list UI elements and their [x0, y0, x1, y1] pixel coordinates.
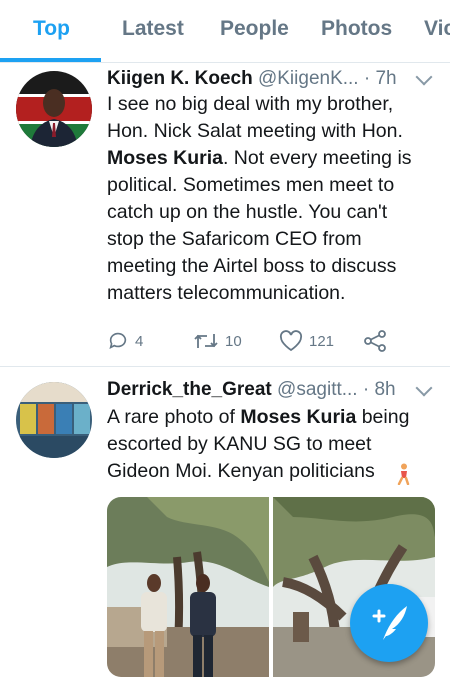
tab-top[interactable]: Top — [33, 0, 70, 62]
tweet-header: Kiigen K. Koech @KiigenK... · 7h — [107, 66, 442, 92]
tab-videos[interactable]: Vic — [424, 0, 450, 62]
tab-people[interactable]: People — [220, 0, 289, 62]
tweet-time: 7h — [375, 68, 397, 89]
reply-icon — [109, 332, 127, 349]
compose-tweet-button[interactable] — [350, 584, 428, 662]
avatar[interactable] — [16, 382, 92, 458]
tweet-text-line: matters telecommunication. — [107, 282, 346, 304]
tweet-text-line: Hon. Nick Salat meeting with Hon. — [107, 120, 403, 142]
tab-latest[interactable]: Latest — [122, 0, 184, 62]
share-button[interactable] — [363, 329, 393, 353]
tweet-text: I see no big deal with my brother, Hon. N… — [107, 91, 442, 307]
retweet-count: 10 — [225, 332, 242, 350]
bold-text: Moses Kuria — [240, 406, 357, 428]
tweet-header: Derrick_the_Great @sagitt... · 8h — [107, 377, 442, 403]
tweet-text-line: I see no big deal with my brother, — [107, 93, 394, 115]
tweet-text-line: Gideon Moi. Kenyan politicians — [107, 460, 375, 482]
separator-dot: · — [363, 68, 376, 89]
like-button[interactable]: 121 — [279, 329, 334, 353]
tweet-actions: 4 10 121 — [107, 329, 407, 353]
tweet-text-line: A rare photo of Moses Kuria being — [107, 406, 410, 428]
heart-icon — [279, 330, 303, 352]
avatar[interactable] — [16, 71, 92, 147]
person-walking-emoji — [397, 463, 410, 485]
reply-count: 4 — [135, 332, 144, 350]
active-tab-indicator — [0, 58, 101, 62]
tweet-text-line: meeting the Airtel boss to discuss — [107, 255, 397, 277]
reply-button[interactable]: 4 — [107, 329, 143, 353]
retweet-icon — [194, 334, 218, 348]
author-handle[interactable]: @sagitt... — [277, 379, 358, 400]
retweet-button[interactable]: 10 — [193, 329, 242, 353]
tweet-text-line: Moses Kuria. Not every meeting is — [107, 147, 412, 169]
separator-dot: · — [362, 379, 375, 400]
tweet[interactable]: Kiigen K. Koech @KiigenK... · 7h I see n… — [0, 63, 450, 366]
bold-text: Moses Kuria — [107, 147, 223, 169]
search-tabs: Top Latest People Photos Vic — [0, 0, 450, 63]
tab-photos[interactable]: Photos — [321, 0, 392, 62]
tweet-time: 8h — [374, 379, 396, 400]
like-count: 121 — [309, 332, 335, 350]
attached-photo[interactable] — [107, 497, 269, 677]
author-name[interactable]: Kiigen K. Koech — [107, 68, 253, 89]
author-name[interactable]: Derrick_the_Great — [107, 379, 272, 400]
compose-tweet-icon — [372, 606, 407, 640]
author-handle[interactable]: @KiigenK... — [258, 68, 359, 89]
tweet-text-line: political. Sometimes men meet to — [107, 174, 395, 196]
share-icon — [364, 330, 386, 352]
tweet-text-line: stop the Safaricom CEO from — [107, 228, 362, 250]
tweet-text: A rare photo of Moses Kuria being escorte… — [107, 404, 442, 485]
tweet-text-line: escorted by KANU SG to meet — [107, 433, 372, 455]
tweet-text-line: catch up on the hustle. You can't — [107, 201, 388, 223]
